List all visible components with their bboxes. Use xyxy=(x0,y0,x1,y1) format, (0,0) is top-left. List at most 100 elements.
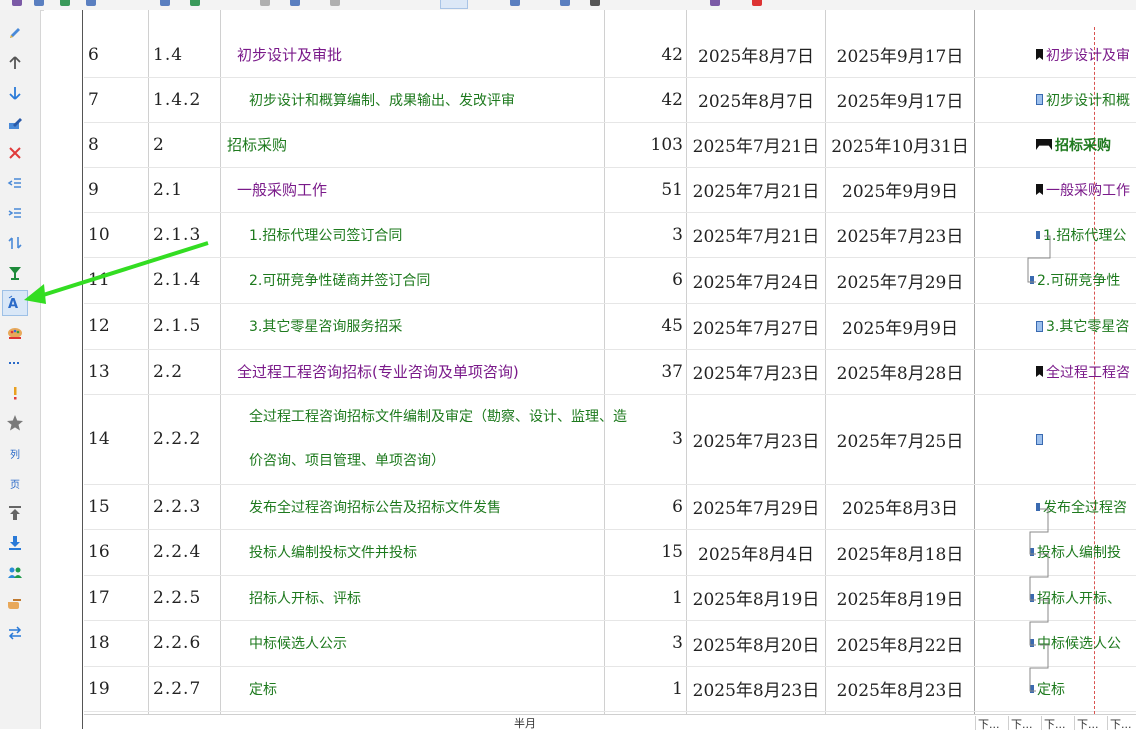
task-name-cell[interactable]: 招标人开标、评标 xyxy=(225,575,629,620)
wbs-cell[interactable]: 2.2 xyxy=(153,349,223,394)
gantt-bar[interactable]: 1.招标代理公 xyxy=(1036,225,1136,245)
wbs-cell[interactable]: 2.2.5 xyxy=(153,575,223,620)
table-row[interactable]: 16 2.2.4 投标人编制投标文件并投标 15 2025年8月4日 2025年8月18日 xyxy=(84,529,1136,576)
start-date-cell[interactable]: 2025年8月4日 xyxy=(688,529,824,575)
toolbar-icon[interactable] xyxy=(560,0,570,6)
font-icon[interactable]: A xyxy=(2,290,28,316)
gantt-bar[interactable]: 初步设计和概 xyxy=(1036,90,1136,110)
column-icon[interactable]: 列 xyxy=(2,440,28,466)
toolbar-icon[interactable] xyxy=(510,0,520,6)
exclamation-icon[interactable] xyxy=(2,380,28,406)
toolbar-icon[interactable] xyxy=(330,0,340,6)
duration-cell[interactable]: 3 xyxy=(606,620,683,666)
wbs-cell[interactable]: 2.1.4 xyxy=(153,257,223,303)
task-id-cell[interactable]: 19 xyxy=(88,666,148,711)
gantt-bar[interactable]: 投标人编制投 xyxy=(1030,542,1136,562)
toolbar-selected-button[interactable] xyxy=(440,0,468,9)
table-row[interactable]: 13 2.2 全过程工程咨询招标(专业咨询及单项咨询) 37 2025年7月23日 202… xyxy=(84,349,1136,395)
task-name-cell[interactable]: 全过程工程咨询招标文件编制及审定（勘察、设计、监理、造价咨询、项目管理、单项咨询… xyxy=(225,394,639,484)
toolbar-icon[interactable] xyxy=(86,0,96,6)
finish-date-cell[interactable]: 2025年8月28日 xyxy=(827,349,973,394)
arrow-down-icon[interactable] xyxy=(2,80,28,106)
gantt-bar[interactable]: 定标 xyxy=(1030,679,1136,699)
table-row[interactable]: 10 2.1.3 1.招标代理公司签订合同 3 2025年7月21日 2025年7月23日 xyxy=(84,212,1136,258)
task-name-cell[interactable]: 1.招标代理公司签订合同 xyxy=(225,212,629,257)
pencil-icon[interactable] xyxy=(2,20,28,46)
gantt-bar[interactable]: 招标人开标、 xyxy=(1030,588,1136,608)
task-name-cell[interactable]: 初步设计及审批 xyxy=(225,32,617,77)
gantt-bar[interactable]: 2.可研竞争性 xyxy=(1030,270,1136,290)
toolbar-icon[interactable] xyxy=(160,0,170,6)
table-row[interactable]: 11 2.1.4 2.可研竞争性磋商并签订合同 6 2025年7月24日 2025年7月2… xyxy=(84,257,1136,304)
duration-cell[interactable]: 15 xyxy=(606,529,683,575)
palette-icon[interactable] xyxy=(2,320,28,346)
wbs-cell[interactable]: 2.2.7 xyxy=(153,666,223,711)
toolbar-icon[interactable] xyxy=(260,0,270,6)
table-row[interactable]: 6 1.4 初步设计及审批 42 2025年8月7日 2025年9月17日 xyxy=(84,32,1136,78)
finish-date-cell[interactable]: 2025年8月18日 xyxy=(827,529,973,575)
toolbar-icon[interactable] xyxy=(710,0,720,6)
start-date-cell[interactable]: 2025年7月21日 xyxy=(688,122,824,167)
task-id-cell[interactable]: 9 xyxy=(88,167,148,212)
start-date-cell[interactable]: 2025年7月23日 xyxy=(688,349,824,394)
task-name-cell[interactable]: 招标采购 xyxy=(225,122,607,167)
start-date-cell[interactable]: 2025年7月27日 xyxy=(688,303,824,349)
task-id-cell[interactable]: 18 xyxy=(88,620,148,666)
wbs-cell[interactable]: 1.4 xyxy=(153,32,223,77)
table-row[interactable]: 14 2.2.2 全过程工程咨询招标文件编制及审定（勘察、设计、监理、造价咨询、项目… xyxy=(84,394,1136,485)
arrow-up-icon[interactable] xyxy=(2,50,28,76)
start-date-cell[interactable]: 2025年7月29日 xyxy=(688,484,824,529)
start-date-cell[interactable]: 2025年8月7日 xyxy=(688,32,824,77)
finish-date-cell[interactable]: 2025年9月17日 xyxy=(827,77,973,122)
duration-cell[interactable]: 1 xyxy=(606,575,683,620)
move-top-icon[interactable] xyxy=(2,500,28,526)
task-id-cell[interactable]: 11 xyxy=(88,257,148,303)
duration-cell[interactable]: 51 xyxy=(606,167,683,212)
task-name-cell[interactable]: 全过程工程咨询招标(专业咨询及单项咨询) xyxy=(225,349,617,394)
task-id-cell[interactable]: 15 xyxy=(88,484,148,529)
hand-point-icon[interactable] xyxy=(2,590,28,616)
duration-cell[interactable]: 6 xyxy=(606,484,683,529)
wbs-cell[interactable]: 2.1.3 xyxy=(153,212,223,257)
filter-icon[interactable] xyxy=(2,260,28,286)
dotted-line-icon[interactable] xyxy=(2,350,28,376)
toolbar-icon[interactable] xyxy=(590,0,600,6)
users-icon[interactable] xyxy=(2,560,28,586)
start-date-cell[interactable]: 2025年8月19日 xyxy=(688,575,824,620)
table-row[interactable]: 17 2.2.5 招标人开标、评标 1 2025年8月19日 2025年8月19日 xyxy=(84,575,1136,621)
start-date-cell[interactable]: 2025年8月20日 xyxy=(688,620,824,666)
toolbar-icon[interactable] xyxy=(60,0,70,6)
start-date-cell[interactable]: 2025年8月23日 xyxy=(688,666,824,711)
delete-icon[interactable] xyxy=(2,140,28,166)
finish-date-cell[interactable]: 2025年9月9日 xyxy=(827,303,973,349)
gantt-bar[interactable]: 全过程工程咨 xyxy=(1036,362,1136,382)
duration-cell[interactable]: 42 xyxy=(606,77,683,122)
start-date-cell[interactable]: 2025年8月7日 xyxy=(688,77,824,122)
outdent-icon[interactable] xyxy=(2,170,28,196)
duration-cell[interactable]: 6 xyxy=(606,257,683,303)
toolbar-icon[interactable] xyxy=(290,0,300,6)
duration-cell[interactable]: 1 xyxy=(606,666,683,711)
page-icon[interactable]: 页 xyxy=(2,470,28,496)
start-date-cell[interactable]: 2025年7月21日 xyxy=(688,212,824,257)
task-id-cell[interactable]: 14 xyxy=(88,394,148,484)
finish-date-cell[interactable]: 2025年7月23日 xyxy=(827,212,973,257)
toolbar-icon[interactable] xyxy=(34,0,44,6)
task-name-cell[interactable]: 3.其它零星咨询服务招采 xyxy=(225,303,629,349)
wbs-cell[interactable]: 2 xyxy=(153,122,223,167)
task-name-cell[interactable]: 初步设计和概算编制、成果输出、发改评审 xyxy=(225,77,629,122)
edit-note-icon[interactable] xyxy=(2,110,28,136)
toolbar-icon[interactable] xyxy=(12,0,22,6)
finish-date-cell[interactable]: 2025年9月9日 xyxy=(827,167,973,212)
finish-date-cell[interactable]: 2025年8月22日 xyxy=(827,620,973,666)
gantt-bar[interactable] xyxy=(1036,429,1136,449)
gantt-bar[interactable]: 发布全过程咨 xyxy=(1036,497,1136,517)
toolbar-icon[interactable] xyxy=(752,0,762,6)
gantt-bar[interactable]: 初步设计及审 xyxy=(1036,45,1136,65)
task-name-cell[interactable]: 发布全过程咨询招标公告及招标文件发售 xyxy=(225,484,629,529)
finish-date-cell[interactable]: 2025年7月29日 xyxy=(827,257,973,303)
task-id-cell[interactable]: 6 xyxy=(88,32,148,77)
task-name-cell[interactable]: 投标人编制投标文件并投标 xyxy=(225,529,629,575)
start-date-cell[interactable]: 2025年7月23日 xyxy=(688,394,824,484)
table-row[interactable]: 9 2.1 一般采购工作 51 2025年7月21日 2025年9月9日 xyxy=(84,167,1136,213)
